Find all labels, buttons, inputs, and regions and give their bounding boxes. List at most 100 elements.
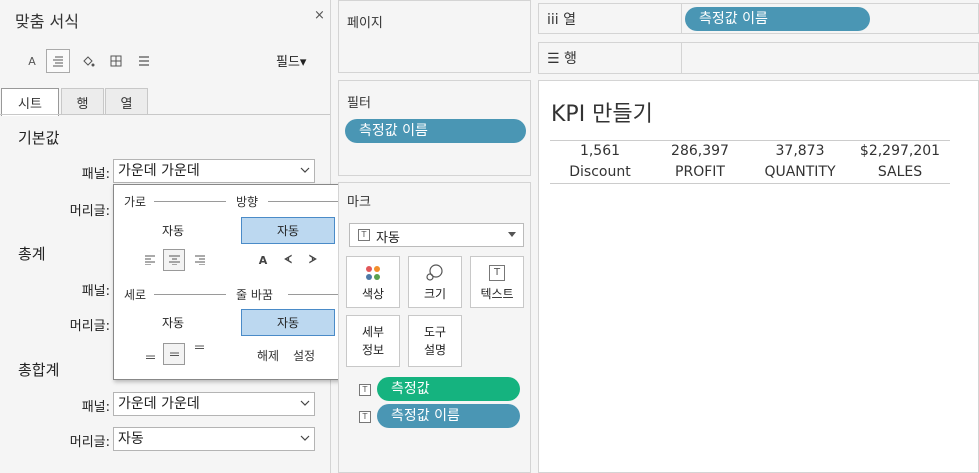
chevron-down-icon: [300, 167, 310, 173]
filters-title: 필터: [347, 96, 371, 111]
text-direction-down-icon[interactable]: ᗆ: [302, 249, 324, 271]
table-header-cell[interactable]: SALES: [850, 164, 950, 180]
color-icon: [364, 263, 382, 283]
columns-pill-measure-names[interactable]: 측정값 이름: [685, 7, 870, 31]
text-mark-icon: T: [359, 411, 371, 423]
size-button[interactable]: 크기: [408, 256, 462, 308]
tab-divider: [0, 114, 330, 115]
detail-label-line1: 세부: [361, 325, 385, 339]
grand-header-dropdown[interactable]: 자동: [113, 427, 315, 451]
format-pane-title: 맞춤 서식: [15, 12, 79, 31]
grand-header-label: 머리글:: [69, 435, 110, 450]
text-label: 텍스트: [480, 286, 514, 301]
chevron-down-icon: [300, 435, 310, 441]
detail-button[interactable]: 세부 정보: [346, 315, 400, 367]
direction-label: 방향: [236, 195, 259, 209]
text-icon: T: [489, 263, 505, 283]
align-left-icon[interactable]: [139, 249, 161, 271]
rows-shelf-label: ☰ 행: [539, 43, 682, 73]
font-icon[interactable]: A: [20, 49, 44, 73]
size-icon: [425, 263, 445, 283]
table-header-cell[interactable]: Discount: [550, 164, 650, 180]
vertical-label: 세로: [124, 288, 147, 302]
color-button[interactable]: 색상: [346, 256, 400, 308]
wrap-auto-option[interactable]: 자동: [241, 309, 335, 336]
kpi-table: 1,561 286,397 37,873 $2,297,201 Discount…: [550, 140, 950, 184]
wrap-on-option[interactable]: 설정: [293, 347, 315, 364]
text-direction-normal-icon[interactable]: A: [252, 249, 274, 271]
grand-pane-value: 가운데 가운데: [118, 396, 200, 412]
grand-pane-dropdown[interactable]: 가운데 가운데: [113, 392, 315, 416]
lines-icon[interactable]: [132, 49, 156, 73]
size-label: 크기: [423, 286, 447, 301]
grand-pane-label: 패널:: [81, 400, 110, 415]
divider: [154, 201, 226, 202]
pages-card[interactable]: 페이지: [338, 0, 531, 73]
tab-rows[interactable]: 행: [61, 88, 104, 115]
rows-shelf[interactable]: ☰ 행: [538, 42, 979, 74]
align-top-icon[interactable]: [188, 339, 210, 361]
marks-pill-measure-names[interactable]: 측정값 이름: [377, 404, 520, 428]
table-cell-value: $2,297,201: [859, 143, 941, 159]
wrap-off-option[interactable]: 해제: [257, 347, 279, 364]
marks-title: 마크: [347, 195, 371, 210]
borders-icon[interactable]: [104, 49, 128, 73]
filter-pill-measure-names[interactable]: 측정값 이름: [345, 119, 526, 143]
tab-columns[interactable]: 열: [105, 88, 148, 115]
shading-icon[interactable]: [76, 49, 100, 73]
default-pane-value: 가운데 가운데: [118, 163, 200, 179]
totals-header-label: 머리글:: [69, 319, 110, 334]
alignment-popup: 가로 방향 자동 자동 A ᗉ ᗆ 세로 줄 바꿈 자동 자동 해제 설정: [113, 184, 347, 380]
detail-label-line2: 정보: [361, 343, 385, 357]
table-cell-value: 37,873: [775, 143, 825, 159]
alignment-icon[interactable]: [46, 49, 70, 73]
view-title: KPI 만들기: [551, 102, 653, 127]
wrap-label: 줄 바꿈: [236, 288, 273, 302]
table-header-cell[interactable]: QUANTITY: [750, 164, 850, 180]
divider: [268, 201, 338, 202]
columns-shelf[interactable]: iii 열 측정값 이름: [538, 3, 979, 34]
default-header-label: 머리글:: [69, 204, 110, 219]
horizontal-label: 가로: [124, 195, 147, 209]
text-direction-up-icon[interactable]: ᗉ: [277, 249, 299, 271]
default-pane-dropdown[interactable]: 가운데 가운데: [113, 159, 315, 183]
mark-type-value: 자동: [376, 231, 400, 246]
chevron-down-icon: [508, 232, 516, 237]
table-cell-value: 1,561: [579, 143, 621, 159]
text-button[interactable]: T 텍스트: [470, 256, 524, 308]
tooltip-button[interactable]: 도구 설명: [408, 315, 462, 367]
tooltip-label-line2: 설명: [423, 343, 447, 357]
section-default: 기본값: [18, 129, 60, 147]
filters-card[interactable]: 필터 측정값 이름: [338, 80, 531, 176]
table-header-cell[interactable]: PROFIT: [650, 164, 750, 180]
fields-dropdown-button[interactable]: 필드▾: [276, 51, 306, 70]
totals-pane-label: 패널:: [81, 284, 110, 299]
horizontal-auto-option[interactable]: 자동: [126, 217, 220, 244]
chevron-down-icon: [300, 400, 310, 406]
table-cell-value: 286,397: [671, 143, 729, 159]
tab-sheet[interactable]: 시트: [1, 88, 59, 116]
pages-title: 페이지: [347, 16, 383, 31]
align-bottom-icon[interactable]: [139, 343, 161, 365]
vertical-auto-option[interactable]: 자동: [126, 309, 220, 336]
align-right-icon[interactable]: [188, 249, 210, 271]
marks-pill-measure-values[interactable]: 측정값: [377, 377, 520, 401]
mark-type-dropdown[interactable]: T 자동: [349, 223, 524, 247]
tooltip-label-line1: 도구: [423, 325, 447, 339]
text-mark-icon: T: [358, 229, 370, 241]
close-icon[interactable]: ×: [314, 8, 325, 23]
columns-shelf-label: iii 열: [539, 4, 682, 33]
default-pane-label: 패널:: [81, 167, 110, 182]
section-grand-totals: 총합계: [18, 361, 60, 379]
section-totals: 총계: [18, 245, 46, 263]
marks-card: 마크 T 자동 색상 크기 T 텍스트 세부 정보 도구 설명 T 측정값 T …: [338, 182, 531, 473]
divider: [288, 294, 338, 295]
grand-header-value: 자동: [118, 431, 144, 447]
align-center-icon[interactable]: [163, 249, 185, 271]
text-mark-icon: T: [359, 384, 371, 396]
divider: [154, 294, 226, 295]
view-canvas: KPI 만들기 1,561 286,397 37,873 $2,297,201 …: [538, 80, 979, 473]
align-middle-icon[interactable]: [163, 343, 185, 365]
color-label: 색상: [361, 286, 385, 301]
direction-auto-option[interactable]: 자동: [241, 217, 335, 244]
